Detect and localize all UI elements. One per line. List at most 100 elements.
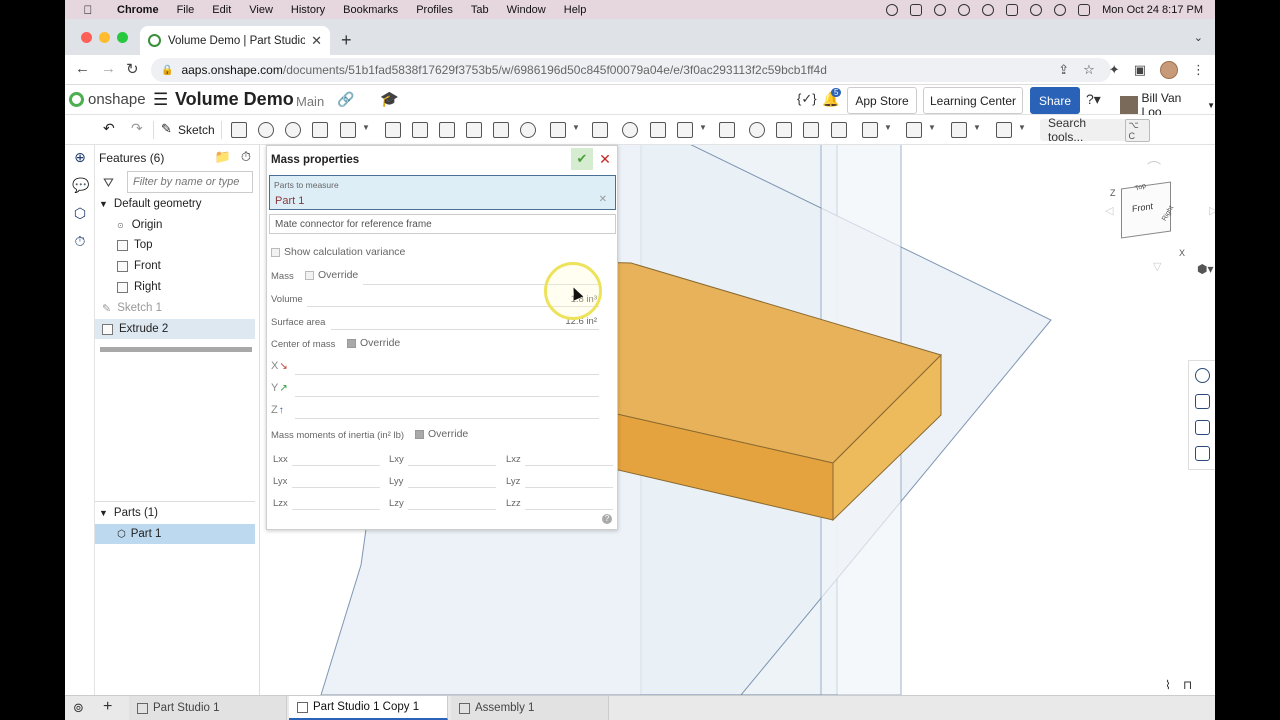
tab-search-chevron-icon[interactable]: ⌄	[1194, 31, 1203, 44]
appearance-icon[interactable]	[1195, 368, 1210, 383]
chevron-down-icon[interactable]: ▼	[973, 123, 981, 132]
chevron-down-icon[interactable]: ▼	[99, 199, 108, 209]
tab-manager-icon[interactable]: ⊚	[73, 700, 84, 716]
draft-icon[interactable]	[439, 122, 455, 138]
linear-pattern-icon[interactable]	[550, 122, 566, 138]
profile-avatar[interactable]	[1160, 61, 1178, 79]
com-override-checkbox[interactable]: Override	[347, 337, 400, 349]
tab-part-studio-1[interactable]: Part Studio 1	[129, 696, 287, 720]
play-icon[interactable]	[982, 3, 995, 16]
mate-connector-field[interactable]: Mate connector for reference frame	[269, 214, 616, 234]
sheet-metal-icon[interactable]	[951, 122, 967, 138]
feature-front-plane[interactable]: Front	[117, 256, 277, 276]
minimize-window-button[interactable]	[99, 32, 110, 43]
bookmark-star-icon[interactable]: ☆	[1083, 62, 1095, 78]
url-bar[interactable]: 🔒 aaps.onshape.com /documents/51b1fad583…	[151, 58, 1111, 82]
share-button[interactable]: Share	[1030, 87, 1080, 114]
delete-part-icon[interactable]	[719, 122, 735, 138]
delete-face-icon[interactable]	[776, 122, 792, 138]
feature-sketch1[interactable]: ✎ Sketch 1	[95, 298, 255, 318]
evernote-icon[interactable]	[958, 3, 971, 16]
shell-icon[interactable]	[493, 122, 509, 138]
default-geometry-group[interactable]: ▼ Default geometry	[99, 194, 259, 214]
view-cube[interactable]: ⌒ ◁ ▷ ▽ Z X Front Top Right ⬢▾	[1105, 158, 1215, 276]
checkbox[interactable]	[271, 247, 280, 257]
filter-funnel-icon[interactable]: ⛛	[103, 175, 114, 191]
redo-icon[interactable]: ↷	[131, 120, 143, 137]
add-folder-icon[interactable]: 📁	[215, 149, 231, 165]
menu-help[interactable]: Help	[564, 4, 587, 16]
rollback-bar[interactable]	[100, 347, 252, 352]
view-options-cube-icon[interactable]: ⬢▾	[1197, 262, 1214, 276]
remove-selection-icon[interactable]: ✕	[599, 194, 607, 205]
history-icon[interactable]: ⏱	[72, 233, 88, 249]
help-icon[interactable]: ?	[602, 514, 612, 524]
rotate-right-arrow-icon[interactable]: ▷	[1209, 204, 1215, 217]
browser-tab-active[interactable]: Volume Demo | Part Studio 1 C ✕	[140, 26, 330, 55]
help-icon[interactable]: ?▾	[1086, 91, 1101, 108]
chevron-down-icon[interactable]: ▼	[362, 123, 370, 132]
wifi-icon[interactable]	[1030, 3, 1043, 16]
display-states-icon[interactable]: ⌇	[1165, 678, 1171, 692]
checkbox[interactable]	[305, 270, 314, 280]
helix-icon[interactable]	[906, 122, 922, 138]
thicken-icon[interactable]	[340, 122, 356, 138]
add-element-icon[interactable]: +	[103, 698, 112, 716]
onshape-logo[interactable]: onshape	[69, 91, 146, 108]
chevron-down-icon[interactable]: ▼	[699, 123, 707, 132]
back-arrow-icon[interactable]: ←	[75, 60, 90, 77]
part-item[interactable]: ⬡ Part 1	[95, 524, 255, 544]
replace-face-icon[interactable]	[831, 122, 847, 138]
parts-group[interactable]: ▼ Parts (1)	[99, 503, 259, 523]
screenshot-icon[interactable]	[910, 3, 923, 16]
undo-icon[interactable]: ↶	[103, 120, 115, 137]
rotate-up-arrow-icon[interactable]: ⌒	[1147, 158, 1161, 178]
view-cube-box[interactable]: Front	[1121, 181, 1171, 239]
chrome-menu-icon[interactable]: ⋮	[1192, 62, 1205, 78]
menu-app-chrome[interactable]: Chrome	[117, 4, 159, 16]
configurations-icon[interactable]	[1195, 420, 1210, 435]
hole-icon[interactable]	[520, 122, 536, 138]
feature-filter-input[interactable]	[127, 171, 253, 193]
mass-override-checkbox[interactable]: Override	[305, 269, 358, 281]
chevron-down-icon[interactable]: ▼	[1018, 123, 1026, 132]
menu-history[interactable]: History	[291, 4, 325, 16]
app-store-button[interactable]: App Store	[847, 87, 917, 114]
plane-icon[interactable]	[862, 122, 878, 138]
control-center-icon[interactable]	[1078, 3, 1091, 16]
checkbox[interactable]	[415, 429, 424, 439]
split-icon[interactable]	[650, 122, 666, 138]
hamburger-menu-icon[interactable]: ☰	[153, 90, 168, 110]
close-tab-icon[interactable]: ✕	[311, 33, 322, 49]
document-branch[interactable]: Main	[296, 94, 324, 109]
show-variance-checkbox[interactable]: Show calculation variance	[271, 246, 405, 258]
menu-bookmarks[interactable]: Bookmarks	[343, 4, 398, 16]
menu-tab[interactable]: Tab	[471, 4, 489, 16]
measure-icon[interactable]: ⊓	[1183, 678, 1192, 692]
maximize-window-button[interactable]	[117, 32, 128, 43]
fillet-icon[interactable]	[385, 122, 401, 138]
menu-view[interactable]: View	[249, 4, 273, 16]
sweep-icon[interactable]	[285, 122, 301, 138]
chevron-down-icon[interactable]: ▼	[928, 123, 936, 132]
menu-file[interactable]: File	[177, 4, 195, 16]
new-tab-icon[interactable]: +	[341, 30, 352, 51]
lock-icon[interactable]: 🔒	[161, 65, 173, 76]
learning-center-button[interactable]: Learning Center	[923, 87, 1023, 114]
sketch-button[interactable]: Sketch	[178, 123, 215, 137]
transform-icon[interactable]	[677, 122, 693, 138]
variables-table-icon[interactable]	[1195, 446, 1210, 461]
tab-part-studio-1-copy-1[interactable]: Part Studio 1 Copy 1	[289, 696, 448, 720]
checkbox[interactable]	[347, 338, 356, 348]
menu-window[interactable]: Window	[507, 4, 546, 16]
parts-to-measure-field[interactable]: Parts to measure Part 1 ✕	[269, 175, 616, 210]
forward-arrow-icon[interactable]: →	[101, 60, 116, 77]
check-icon[interactable]: ✔	[571, 148, 593, 170]
mirror-icon[interactable]	[592, 122, 608, 138]
loft-icon[interactable]	[312, 122, 328, 138]
creative-cloud-icon[interactable]	[934, 3, 947, 16]
learning-cap-icon[interactable]: 🎓	[380, 90, 399, 108]
menu-profiles[interactable]: Profiles	[416, 4, 453, 16]
chevron-down-icon[interactable]: ▼	[572, 123, 580, 132]
spotlight-search-icon[interactable]	[1054, 3, 1067, 16]
